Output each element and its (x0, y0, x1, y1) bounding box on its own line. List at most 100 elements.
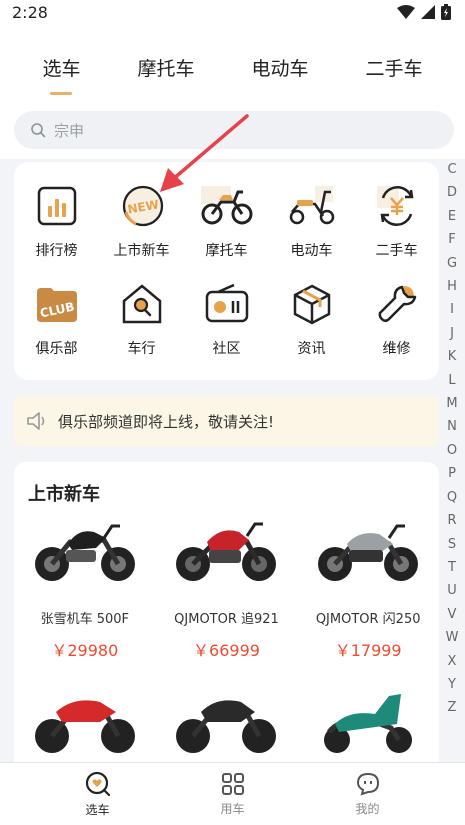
alpha-letter[interactable]: C (447, 158, 456, 181)
category-label: 排行榜 (35, 243, 78, 259)
motorcycle-image (176, 522, 277, 581)
wifi-icon (397, 5, 415, 19)
alpha-letter[interactable]: R (447, 509, 456, 532)
scooter-icon (286, 180, 338, 232)
new-car-name: QJMOTOR 追921 (174, 612, 279, 627)
wrench-icon (371, 278, 423, 330)
alpha-letter[interactable]: W (446, 626, 459, 649)
header: 选车 摩托车 电动车 二手车 宗申 (0, 24, 465, 159)
alpha-letter[interactable]: N (447, 415, 457, 438)
new-car-price: ￥17999 (334, 641, 402, 660)
status-time: 2:28 (12, 2, 48, 22)
section-title: 上市新车 (28, 484, 100, 505)
tab-electric[interactable]: 电动车 (251, 54, 308, 93)
tab-used[interactable]: 二手车 (365, 54, 422, 93)
category-repair[interactable]: 维修 (354, 278, 439, 358)
profile-bubble-icon (356, 772, 379, 796)
category-card: 排行榜 NEW 上市新车 摩托车 电动车 二手车 CLUB 俱乐部 车行 社区 … (14, 162, 439, 380)
club-icon: CLUB (31, 278, 83, 330)
category-club[interactable]: CLUB 俱乐部 (14, 278, 99, 358)
grid-icon (221, 772, 244, 795)
new-car-item[interactable] (14, 684, 156, 758)
store-icon (116, 278, 168, 330)
alpha-letter[interactable]: G (447, 252, 457, 275)
battery-icon (441, 4, 451, 20)
new-car-name: 张雪机车 500F (40, 612, 130, 627)
alpha-letter[interactable]: Q (447, 486, 457, 509)
alphabet-index[interactable]: C D E F G H I J K L M N O P Q R S T U V … (442, 158, 462, 720)
nav-mine[interactable]: 我的 (328, 772, 408, 817)
status-bar: 2:28 (0, 0, 465, 24)
alpha-letter[interactable]: K (448, 345, 457, 368)
category-electric[interactable]: 电动车 (269, 180, 354, 260)
alpha-letter[interactable]: F (448, 228, 455, 251)
ranking-chart-icon (31, 180, 83, 232)
tab-select-car[interactable]: 选车 (42, 54, 80, 93)
category-community[interactable]: 社区 (184, 278, 269, 358)
alpha-letter[interactable]: Y (448, 673, 456, 696)
alpha-letter[interactable]: O (447, 439, 457, 462)
notice-banner[interactable]: 俱乐部频道即将上线，敬请关注! (14, 396, 439, 446)
category-motorcycle[interactable]: 摩托车 (184, 180, 269, 260)
search-icon (31, 123, 46, 138)
status-icons (397, 4, 451, 20)
new-car-item[interactable]: 张雪机车 500F ￥29980 (14, 514, 156, 661)
new-car-name: QJMOTOR 闪250 (315, 612, 421, 627)
motorcycle-icon (200, 180, 253, 232)
category-label: 社区 (212, 341, 241, 357)
alpha-letter[interactable]: X (448, 650, 457, 673)
alpha-letter[interactable]: D (447, 181, 457, 204)
new-badge-icon: NEW (116, 180, 168, 232)
nav-select-car[interactable]: 选车 (58, 771, 138, 818)
category-grid: 排行榜 NEW 上市新车 摩托车 电动车 二手车 CLUB 俱乐部 车行 社区 … (14, 180, 439, 358)
new-car-item[interactable] (156, 684, 298, 758)
search-placeholder: 宗申 (54, 121, 85, 140)
radio-icon (201, 278, 253, 330)
bottom-nav: 选车 用车 我的 (0, 762, 465, 825)
category-label: 上市新车 (113, 243, 170, 259)
alpha-letter[interactable]: H (447, 275, 457, 298)
nav-use-car[interactable]: 用车 (193, 772, 273, 817)
new-car-price: ￥29980 (51, 641, 119, 660)
category-dealer[interactable]: 车行 (99, 278, 184, 358)
motorcycle-image (176, 700, 277, 753)
category-label: 俱乐部 (35, 341, 78, 357)
alpha-letter[interactable]: T (448, 556, 456, 579)
motorcycle-image (34, 700, 135, 753)
heart-search-icon (85, 771, 110, 796)
category-used[interactable]: 二手车 (354, 180, 439, 260)
category-label: 资讯 (297, 341, 326, 357)
alpha-letter[interactable]: S (448, 533, 456, 556)
alpha-letter[interactable]: I (450, 298, 454, 321)
alpha-letter[interactable]: E (448, 205, 456, 228)
alpha-letter[interactable]: J (450, 322, 454, 345)
motorcycle-image (34, 524, 135, 581)
alpha-letter[interactable]: M (446, 392, 457, 415)
alpha-letter[interactable]: L (448, 369, 455, 392)
category-ranking[interactable]: 排行榜 (14, 180, 99, 260)
new-car-price: ￥66999 (193, 641, 260, 660)
nav-label: 用车 (220, 801, 245, 816)
category-new-launch[interactable]: NEW 上市新车 (99, 180, 184, 260)
alpha-letter[interactable]: U (447, 579, 457, 602)
alpha-letter[interactable]: Z (448, 696, 457, 719)
category-label: 维修 (382, 341, 411, 357)
alpha-letter[interactable]: V (448, 603, 457, 626)
cube-icon (286, 278, 338, 330)
nav-label: 选车 (85, 802, 110, 817)
new-cars-section: 上市新车 张雪机车 500F ￥29980 QJMOTOR 追921 ￥6699… (14, 462, 439, 762)
new-car-item[interactable]: QJMOTOR 闪250 ￥17999 (297, 514, 439, 661)
new-cars-row (14, 684, 439, 758)
new-car-item[interactable]: QJMOTOR 追921 ￥66999 (156, 514, 298, 661)
tab-motorcycle[interactable]: 摩托车 (137, 54, 194, 93)
search-input[interactable]: 宗申 (14, 111, 454, 149)
nav-label: 我的 (355, 801, 380, 816)
new-car-item[interactable] (297, 684, 439, 758)
category-label: 二手车 (375, 243, 418, 259)
category-label: 车行 (127, 341, 156, 357)
speaker-icon (27, 412, 45, 430)
alpha-letter[interactable]: P (448, 462, 456, 485)
notice-text: 俱乐部频道即将上线，敬请关注! (58, 412, 275, 431)
category-news[interactable]: 资讯 (269, 278, 354, 358)
yen-cycle-icon (371, 180, 423, 232)
